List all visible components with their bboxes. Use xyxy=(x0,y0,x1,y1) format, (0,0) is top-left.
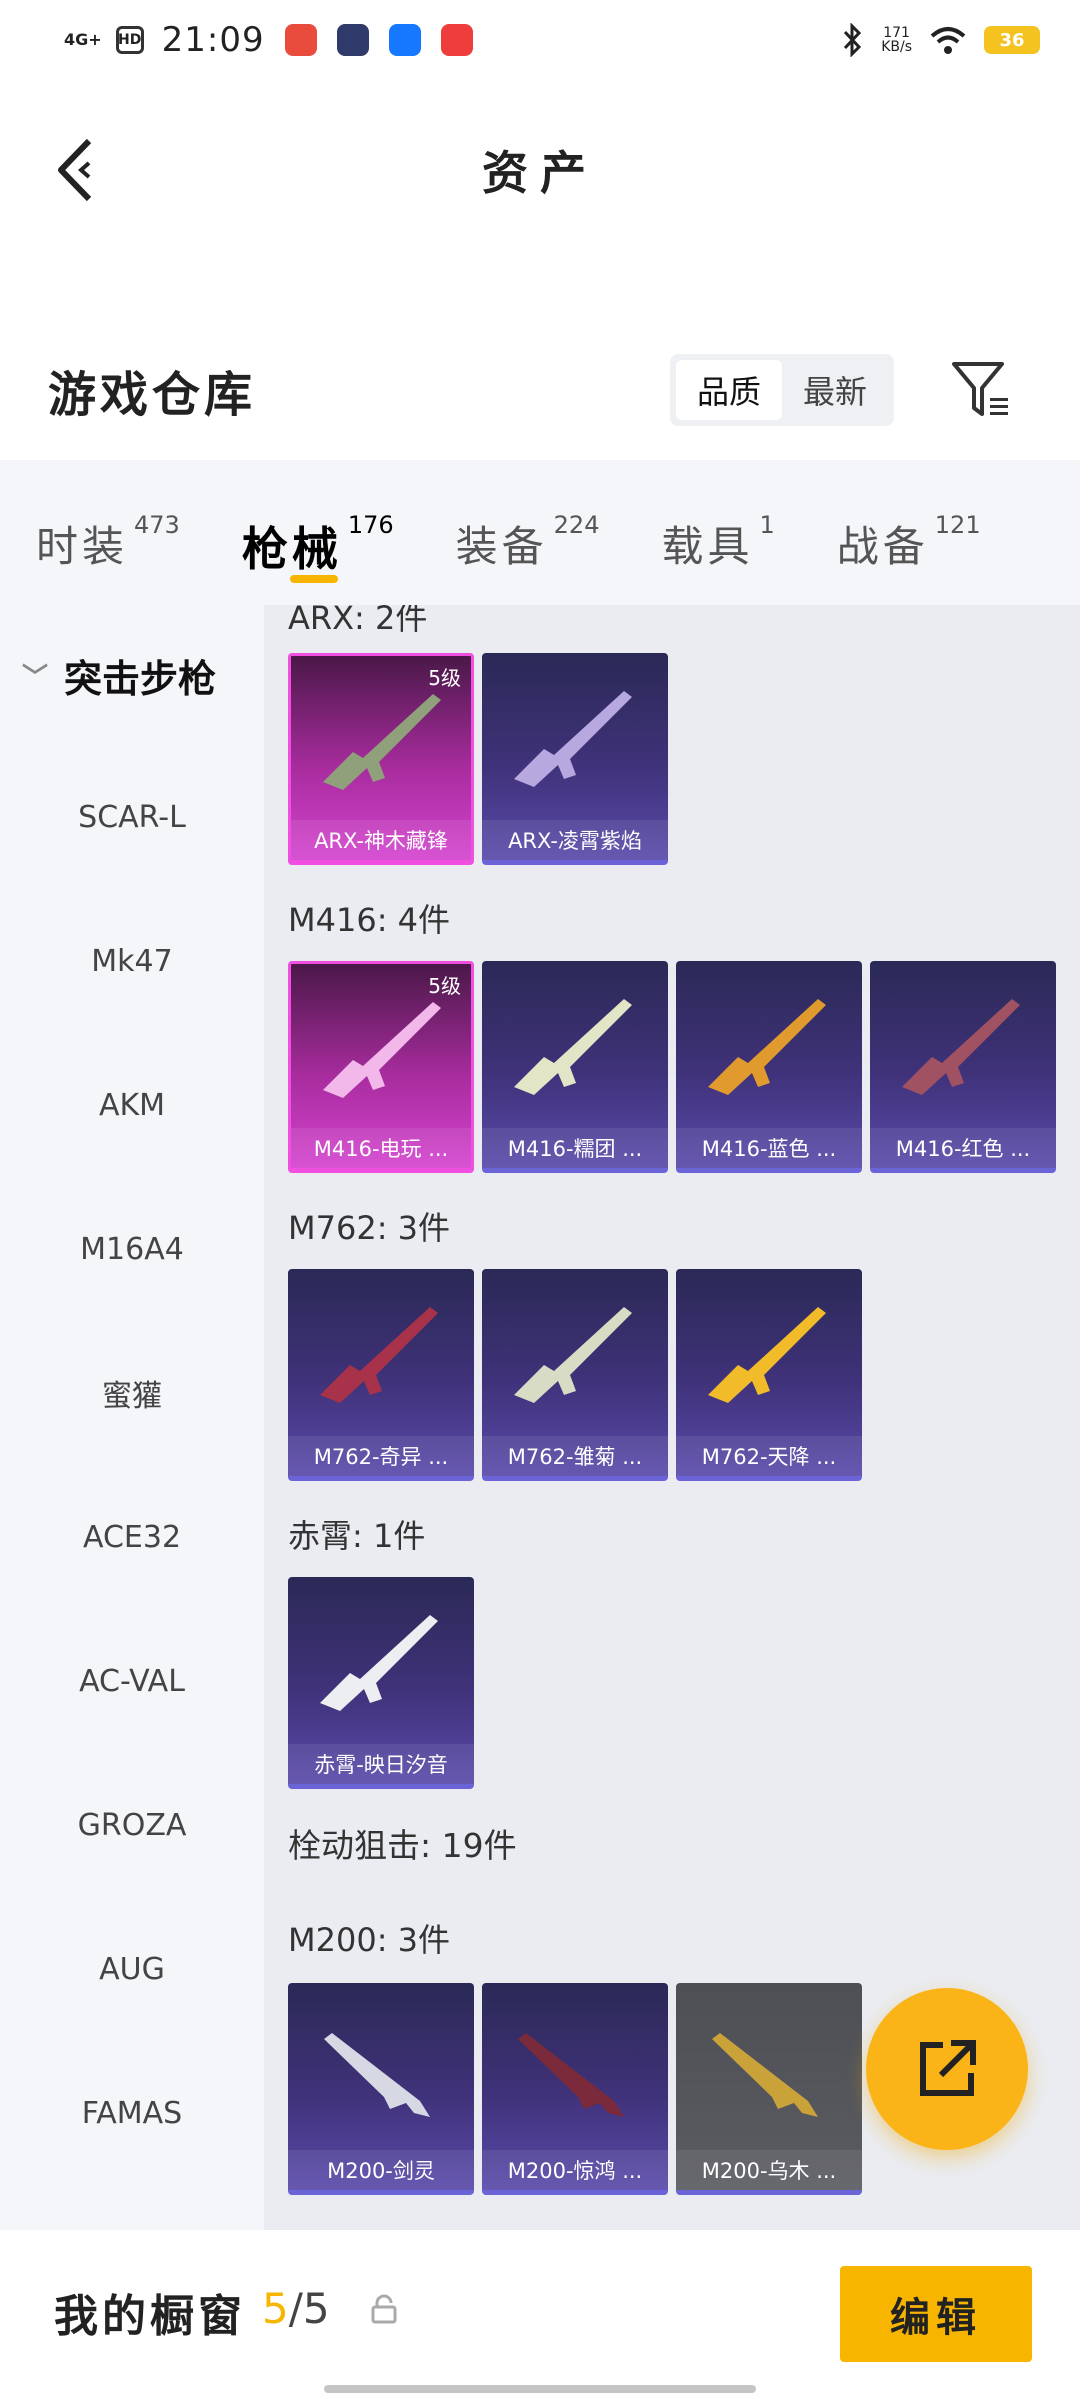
page-title: 资产 xyxy=(482,146,598,200)
group-title: ARX: 2件 xyxy=(288,605,428,637)
sidebar-category-assault-rifle[interactable]: ﹀ 突击步枪 xyxy=(0,605,264,745)
sidebar-item[interactable]: GROZA xyxy=(0,1753,264,1897)
sidebar-item[interactable]: AUG xyxy=(0,1897,264,2041)
share-icon xyxy=(920,2040,976,2096)
sniper-rifle-icon xyxy=(324,2033,430,2117)
page-header: 资产 xyxy=(0,110,1080,230)
weapon-sidebar: ﹀ 突击步枪 SCAR-L Mk47 AKM M16A4 蜜獾 ACE32 AC… xyxy=(0,605,264,2230)
sort-latest-button[interactable]: 最新 xyxy=(782,360,888,420)
weapon-card[interactable]: M762-奇异 ... xyxy=(288,1269,474,1481)
weapon-card[interactable]: M762-天降 ... xyxy=(676,1269,862,1481)
tab-guns[interactable]: 枪械 176 xyxy=(242,483,394,583)
sort-quality-button[interactable]: 品质 xyxy=(676,360,782,420)
rifle-icon xyxy=(514,999,632,1095)
sidebar-item[interactable]: ACE32 xyxy=(0,1465,264,1609)
rifle-icon xyxy=(323,1002,441,1098)
sidebar-item[interactable]: FAMAS xyxy=(0,2041,264,2185)
hd-indicator: HD xyxy=(115,26,144,54)
rifle-icon xyxy=(708,1307,826,1403)
network-indicator: 4G+ xyxy=(64,30,102,49)
sidebar-item[interactable]: 蜜獾 xyxy=(0,1321,264,1465)
group-title: M416: 4件 xyxy=(288,901,451,939)
rifle-icon xyxy=(323,694,441,790)
weapon-card[interactable]: M200-惊鸿 ... xyxy=(482,1983,668,2195)
warehouse-bar: 游戏仓库 品质 最新 xyxy=(0,330,1080,450)
filter-icon[interactable] xyxy=(948,358,1012,422)
sidebar-item[interactable]: M16A4 xyxy=(0,1177,264,1321)
app-notification-icon xyxy=(336,24,369,56)
weapon-name: M200-剑灵 xyxy=(288,2150,474,2190)
tab-active-indicator xyxy=(289,574,338,583)
rifle-icon xyxy=(514,1307,632,1403)
back-button[interactable] xyxy=(40,132,110,208)
weapon-name: 赤霄-映日汐音 xyxy=(288,1744,474,1784)
group-title: 赤霄: 1件 xyxy=(288,1517,426,1555)
weapon-card[interactable]: M762-雏菊 ... xyxy=(482,1269,668,1481)
wifi-icon xyxy=(930,27,966,54)
sidebar-item[interactable]: Mk47 xyxy=(0,889,264,1033)
chevron-down-icon: ﹀ xyxy=(22,662,49,693)
weapon-name: M416-红色 ... xyxy=(870,1128,1056,1168)
showcase-bar: 我的橱窗 5/5 编辑 xyxy=(0,2230,1080,2400)
sidebar-item[interactable]: AC-VAL xyxy=(0,1609,264,1753)
weapon-name: M416-电玩 ... xyxy=(291,1128,471,1168)
showcase-title: 我的橱窗 xyxy=(54,2291,246,2342)
weapon-name: M416-糯团 ... xyxy=(482,1128,668,1168)
alipay-icon xyxy=(388,24,421,56)
weapon-card[interactable]: ARX-凌霄紫焰 xyxy=(482,653,668,865)
section-title: 栓动狙击: 19件 xyxy=(288,1826,517,1865)
weapon-card[interactable]: M416-红色 ... xyxy=(870,961,1056,1173)
weapon-card[interactable]: M200-剑灵 xyxy=(288,1983,474,2195)
status-bar: 4G+ HD 21:09 171 KB/s 36 xyxy=(0,0,1080,80)
weapon-card[interactable]: 赤霄-映日汐音 xyxy=(288,1577,474,1789)
weapon-name: M416-蓝色 ... xyxy=(676,1128,862,1168)
warehouse-title: 游戏仓库 xyxy=(48,367,257,423)
tab-fashion[interactable]: 时装 473 xyxy=(36,483,180,583)
sniper-rifle-icon xyxy=(518,2033,624,2117)
weapon-card[interactable]: M416-糯团 ... xyxy=(482,961,668,1173)
sort-toggle: 品质 最新 xyxy=(670,354,894,426)
app-notification-icon xyxy=(440,24,473,56)
category-tabs: 时装 473 枪械 176 装备 224 载具 1 战备 121 xyxy=(0,460,1080,605)
sniper-rifle-icon xyxy=(712,2033,818,2117)
lock-icon xyxy=(371,2294,397,2324)
chevron-left-icon xyxy=(58,138,92,202)
weapon-name: M200-惊鸿 ... xyxy=(482,2150,668,2190)
weapon-name: ARX-凌霄紫焰 xyxy=(482,820,668,860)
weapon-card[interactable]: 5级 ARX-神木藏锋 xyxy=(288,653,474,865)
weapon-name: M762-天降 ... xyxy=(676,1436,862,1476)
showcase-count: 5/5 xyxy=(262,2284,330,2333)
group-title: M200: 3件 xyxy=(288,1921,451,1959)
clock: 21:09 xyxy=(161,20,265,60)
edit-button[interactable]: 编辑 xyxy=(840,2266,1032,2362)
weapon-name: M200-乌木 ... xyxy=(676,2150,862,2190)
sidebar-item[interactable]: SCAR-L xyxy=(0,745,264,889)
tab-equipment[interactable]: 装备 224 xyxy=(456,483,600,583)
weapon-grid: ARX: 2件 5级 ARX-神木藏锋 ARX-凌霄紫焰 M416: 4件 5级… xyxy=(264,605,1080,2230)
battery-indicator: 36 xyxy=(984,26,1040,54)
tab-supplies[interactable]: 战备 121 xyxy=(837,483,981,583)
weapon-card[interactable]: M200-乌木 ... xyxy=(676,1983,862,2195)
rifle-icon xyxy=(320,1307,438,1403)
app-notification-icon xyxy=(284,24,317,56)
weapon-name: ARX-神木藏锋 xyxy=(291,820,471,860)
rifle-icon xyxy=(708,999,826,1095)
weapon-name: M762-奇异 ... xyxy=(288,1436,474,1476)
home-indicator[interactable] xyxy=(324,2385,756,2393)
sidebar-item[interactable]: AKM xyxy=(0,1033,264,1177)
bluetooth-icon xyxy=(844,23,862,57)
group-title: M762: 3件 xyxy=(288,1209,451,1247)
weapon-card[interactable]: 5级 M416-电玩 ... xyxy=(288,961,474,1173)
weapon-name: M762-雏菊 ... xyxy=(482,1436,668,1476)
tab-vehicles[interactable]: 载具 1 xyxy=(661,483,774,583)
rifle-icon xyxy=(902,999,1020,1095)
weapon-card[interactable]: M416-蓝色 ... xyxy=(676,961,862,1173)
rifle-icon xyxy=(320,1615,438,1711)
rifle-icon xyxy=(514,691,632,787)
network-speed: 171 KB/s xyxy=(881,25,912,55)
share-button[interactable] xyxy=(866,1988,1028,2150)
